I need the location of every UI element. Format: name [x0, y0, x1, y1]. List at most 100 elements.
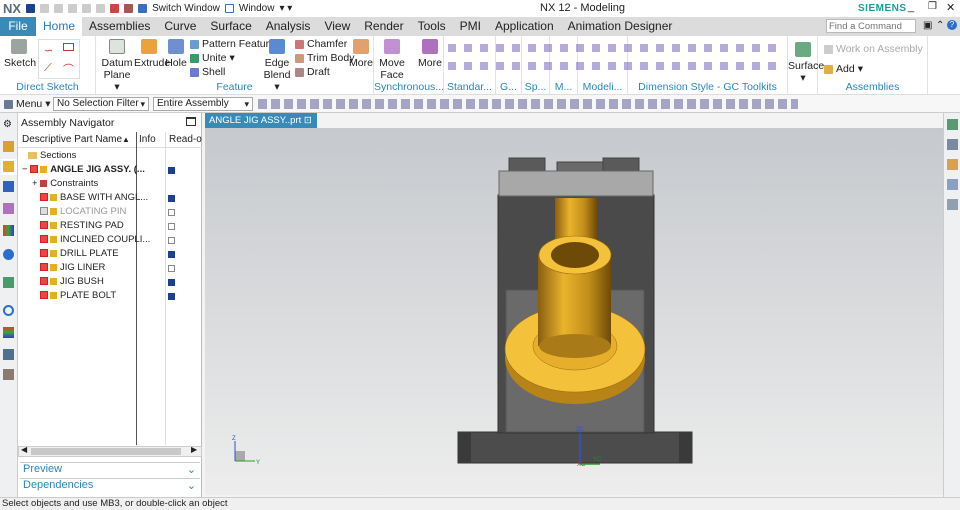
camera-icon[interactable] [947, 199, 958, 210]
tab-tools[interactable]: Tools [411, 17, 453, 36]
tab-pmi[interactable]: PMI [453, 17, 488, 36]
part-navigator-icon[interactable] [3, 141, 14, 152]
undo-icon[interactable] [40, 4, 50, 13]
preview-panel[interactable]: Preview ⌄ [20, 462, 200, 477]
process-studio-icon[interactable] [3, 369, 14, 380]
tab-analysis[interactable]: Analysis [259, 17, 318, 36]
views-icon[interactable] [947, 119, 958, 130]
settings-icon[interactable]: ⚙ [3, 119, 12, 130]
restore-button[interactable]: ❐ [928, 1, 937, 12]
visibility-checkbox[interactable] [30, 165, 39, 174]
chamfer-button[interactable]: Chamfer [295, 38, 347, 50]
paste-icon[interactable] [96, 4, 106, 13]
reuse-library-icon[interactable] [3, 203, 14, 214]
ribbon-options-icon[interactable]: ▣ [923, 20, 932, 31]
read-only-disk-icon [168, 293, 175, 300]
close-button[interactable]: ✕ [946, 1, 955, 14]
column-read-only[interactable]: Read-o [169, 132, 202, 148]
web-browser-icon[interactable] [3, 249, 14, 260]
tree-node[interactable]: BASE WITH ANGL... [18, 191, 202, 205]
history-icon[interactable] [3, 277, 14, 288]
column-part-name[interactable]: Descriptive Part Name [22, 132, 122, 148]
sort-ascending-icon: ▲ [122, 135, 130, 144]
help-icon[interactable]: ? [947, 20, 957, 30]
repeat-icon[interactable] [124, 4, 134, 13]
tree-node[interactable]: DRILL PLATE [18, 247, 202, 261]
small-command-icons[interactable] [448, 42, 778, 76]
constraint-navigator-icon[interactable] [3, 181, 14, 192]
dimension-style-label: Dimension Style - GC Toolkits [638, 81, 777, 93]
horizontal-scrollbar[interactable]: ◀ ▶ [18, 445, 202, 457]
maximize-navigator-icon[interactable] [186, 117, 196, 126]
tab-view[interactable]: View [317, 17, 357, 36]
sketch-curve-gallery[interactable]: ∽ ⟋ ⌒ [38, 39, 80, 79]
work-on-assembly-button[interactable]: Work on Assembly [824, 43, 923, 55]
tree-node[interactable]: INCLINED COUPLI... [18, 233, 202, 247]
add-button[interactable]: Add ▾ [824, 63, 863, 75]
move-face-button[interactable]: Move Face [378, 39, 406, 81]
minimize-button[interactable]: _ [908, 1, 914, 13]
tree-node[interactable]: LOCATING PIN [18, 205, 202, 219]
tab-animation-designer[interactable]: Animation Designer [561, 17, 680, 36]
tree-node[interactable]: − ANGLE JIG ASSY. (... [18, 163, 202, 177]
material-icon[interactable] [947, 159, 958, 170]
unite-button[interactable]: Unite ▾ [190, 52, 235, 64]
clock-icon[interactable] [3, 305, 14, 316]
system-materials-icon[interactable] [3, 349, 14, 360]
selection-scope-dropdown[interactable]: Entire Assembly [153, 97, 253, 111]
tree-node[interactable]: JIG LINER [18, 261, 202, 275]
navigator-title: Assembly Navigator [21, 117, 115, 129]
visibility-checkbox[interactable] [40, 207, 48, 216]
hole-button[interactable]: Hole [164, 39, 188, 69]
feature-more-button[interactable]: More [349, 39, 373, 69]
visibility-checkbox[interactable] [40, 277, 48, 286]
tree-node[interactable]: PLATE BOLT [18, 289, 202, 303]
column-info[interactable]: Info [139, 132, 156, 148]
shell-button[interactable]: Shell [190, 66, 225, 78]
switch-window-button[interactable]: Switch Window [152, 3, 220, 14]
sync-more-button[interactable]: More [418, 39, 442, 69]
visibility-checkbox[interactable] [40, 291, 48, 300]
tab-angle-jig-assy[interactable]: ANGLE JIG ASSY..prt ⊡ ✕ [205, 113, 317, 141]
tab-home[interactable]: Home [36, 17, 83, 36]
visibility-checkbox[interactable] [40, 193, 48, 202]
palette-icon[interactable] [3, 327, 14, 338]
surface-button[interactable]: Surface ▾ [788, 42, 824, 84]
roles-icon[interactable] [3, 225, 14, 236]
visibility-checkbox[interactable] [40, 221, 48, 230]
visibility-checkbox[interactable] [40, 249, 48, 258]
tab-surface[interactable]: Surface [203, 17, 258, 36]
snap-toolbar-icons[interactable] [258, 99, 798, 109]
tab-curve[interactable]: Curve [157, 17, 203, 36]
tab-assemblies[interactable]: Assemblies [82, 17, 157, 36]
sketch-button[interactable]: Sketch [4, 39, 36, 69]
graphics-window[interactable]: ZC YC XC Z Y [205, 128, 943, 495]
selection-filter-dropdown[interactable]: No Selection Filter [53, 97, 149, 111]
tree-node[interactable]: + Constraints [18, 177, 202, 191]
trim-body-button[interactable]: Trim Body [295, 52, 354, 64]
tree-node[interactable]: RESTING PAD [18, 219, 202, 233]
snap-icon[interactable] [110, 4, 120, 13]
assembly-navigator-tab[interactable] [1, 159, 17, 175]
render-icon[interactable] [947, 139, 958, 150]
tab-render[interactable]: Render [357, 17, 410, 36]
find-command-input[interactable] [826, 19, 916, 33]
extrude-button[interactable]: Extrude [134, 39, 170, 69]
cut-icon[interactable] [68, 4, 78, 13]
draft-button[interactable]: Draft [295, 66, 330, 78]
collapse-ribbon-icon[interactable]: ⌃ [936, 20, 944, 31]
window-menu[interactable]: Window [239, 3, 275, 14]
scene-icon[interactable] [947, 179, 958, 190]
visibility-checkbox[interactable] [40, 263, 48, 272]
tab-application[interactable]: Application [488, 17, 561, 36]
tree-node[interactable]: Sections [18, 149, 202, 163]
model-view: ZC YC XC Z Y [232, 157, 693, 468]
visibility-checkbox[interactable] [40, 235, 48, 244]
copy-icon[interactable] [82, 4, 92, 13]
tree-node[interactable]: JIG BUSH [18, 275, 202, 289]
menu-button[interactable]: Menu ▾ [4, 98, 51, 110]
redo-icon[interactable] [54, 4, 64, 13]
tab-file[interactable]: File [0, 17, 36, 36]
dependencies-panel[interactable]: Dependencies ⌄ [20, 478, 200, 493]
save-icon[interactable] [26, 4, 36, 13]
